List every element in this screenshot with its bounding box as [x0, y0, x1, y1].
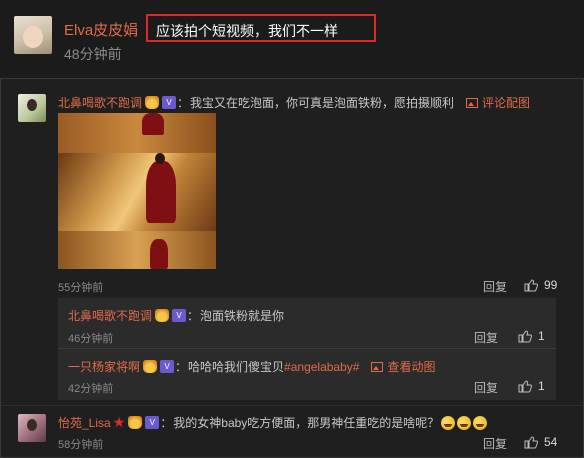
comment-username[interactable]: 北鼻喝歌不跑调	[58, 94, 142, 111]
emoji-grin-icon	[457, 415, 472, 430]
subcomment-line: 一只杨家将啊 V ： 哈哈哈我们傻宝贝 #angelababy# 查看动图	[68, 358, 436, 375]
emoji-laugh-icon	[441, 415, 456, 430]
comment-time: 55分钟前	[58, 282, 104, 294]
like-count: 1	[538, 379, 545, 393]
comment-image-link-label: 评论配图	[482, 96, 531, 110]
vip-badge-icon: V	[162, 96, 177, 109]
image-icon	[466, 97, 479, 108]
like-button[interactable]: 1	[518, 379, 545, 393]
hashtag-link[interactable]: #angelababy#	[284, 360, 359, 374]
like-button[interactable]: 99	[524, 278, 557, 292]
view-gif-label: 查看动图	[387, 360, 436, 374]
subcomment-username[interactable]: 一只杨家将啊	[68, 358, 140, 375]
crown-badge-icon	[143, 360, 158, 373]
thumbs-up-icon	[524, 278, 538, 292]
subcomment-text: 泡面铁粉就是你	[200, 309, 285, 323]
comment-image-link[interactable]: 评论配图	[466, 94, 530, 111]
divider	[58, 348, 556, 349]
vip-badge-icon: V	[172, 309, 187, 322]
comment-line: 怡苑_Lisa ★ V ： 我的女神baby吃方便面，那男神任重吃的是啥呢？	[58, 414, 488, 431]
crown-badge-icon	[155, 309, 170, 322]
emoji-cover-mouth-icon	[473, 415, 488, 430]
comment-username[interactable]: 怡苑_Lisa	[58, 414, 111, 431]
like-button[interactable]: 54	[524, 435, 557, 449]
vip-badge-icon: V	[160, 360, 175, 373]
reply-button[interactable]: 回复	[474, 329, 498, 346]
reply-button[interactable]: 回复	[474, 379, 498, 396]
thumbs-up-icon	[524, 435, 538, 449]
avatar[interactable]	[18, 94, 46, 122]
top-user-avatar[interactable]	[14, 16, 52, 54]
divider	[0, 405, 584, 406]
crown-badge-icon	[145, 96, 160, 109]
thumbs-up-icon	[518, 329, 532, 343]
thumbs-up-icon	[518, 379, 532, 393]
crown-badge-icon	[128, 416, 143, 429]
subcomment-username[interactable]: 北鼻喝歌不跑调	[68, 307, 152, 324]
like-count: 99	[544, 278, 558, 292]
comment-time: 58分钟前	[58, 439, 104, 451]
vip-badge-icon: V	[145, 416, 160, 429]
star-badge-icon: ★	[112, 414, 126, 430]
subcomment-time: 42分钟前	[68, 383, 114, 395]
comment-line: 北鼻喝歌不跑调 V ： 我宝又在吃泡面，你可真是泡面铁粉，愿拍摄顺利 评论配图	[58, 94, 531, 111]
comment-photo[interactable]	[58, 113, 216, 269]
view-gif-link[interactable]: 查看动图	[371, 358, 435, 375]
reply-button[interactable]: 回复	[483, 435, 507, 452]
comment-text: 我宝又在吃泡面，你可真是泡面铁粉，愿拍摄顺利	[190, 96, 455, 110]
reply-button[interactable]: 回复	[483, 278, 507, 295]
top-post-time: 48分钟前	[64, 46, 122, 62]
top-post: Elva皮皮娟 48分钟前 应该拍个短视频，我们不一样	[0, 0, 584, 79]
subcomment-line: 北鼻喝歌不跑调 V ： 泡面铁粉就是你	[68, 307, 285, 324]
top-post-text: 应该拍个短视频，我们不一样	[156, 23, 338, 39]
subcomment-text: 哈哈哈我们傻宝贝	[188, 360, 285, 374]
avatar[interactable]	[18, 414, 46, 442]
image-icon	[371, 361, 384, 372]
subcomment-time: 46分钟前	[68, 333, 114, 345]
like-count: 54	[544, 435, 558, 449]
comment-text: 我的女神baby吃方便面，那男神任重吃的是啥呢？	[173, 416, 440, 430]
like-count: 1	[538, 329, 545, 343]
like-button[interactable]: 1	[518, 329, 545, 343]
top-post-username[interactable]: Elva皮皮娟	[64, 19, 138, 40]
